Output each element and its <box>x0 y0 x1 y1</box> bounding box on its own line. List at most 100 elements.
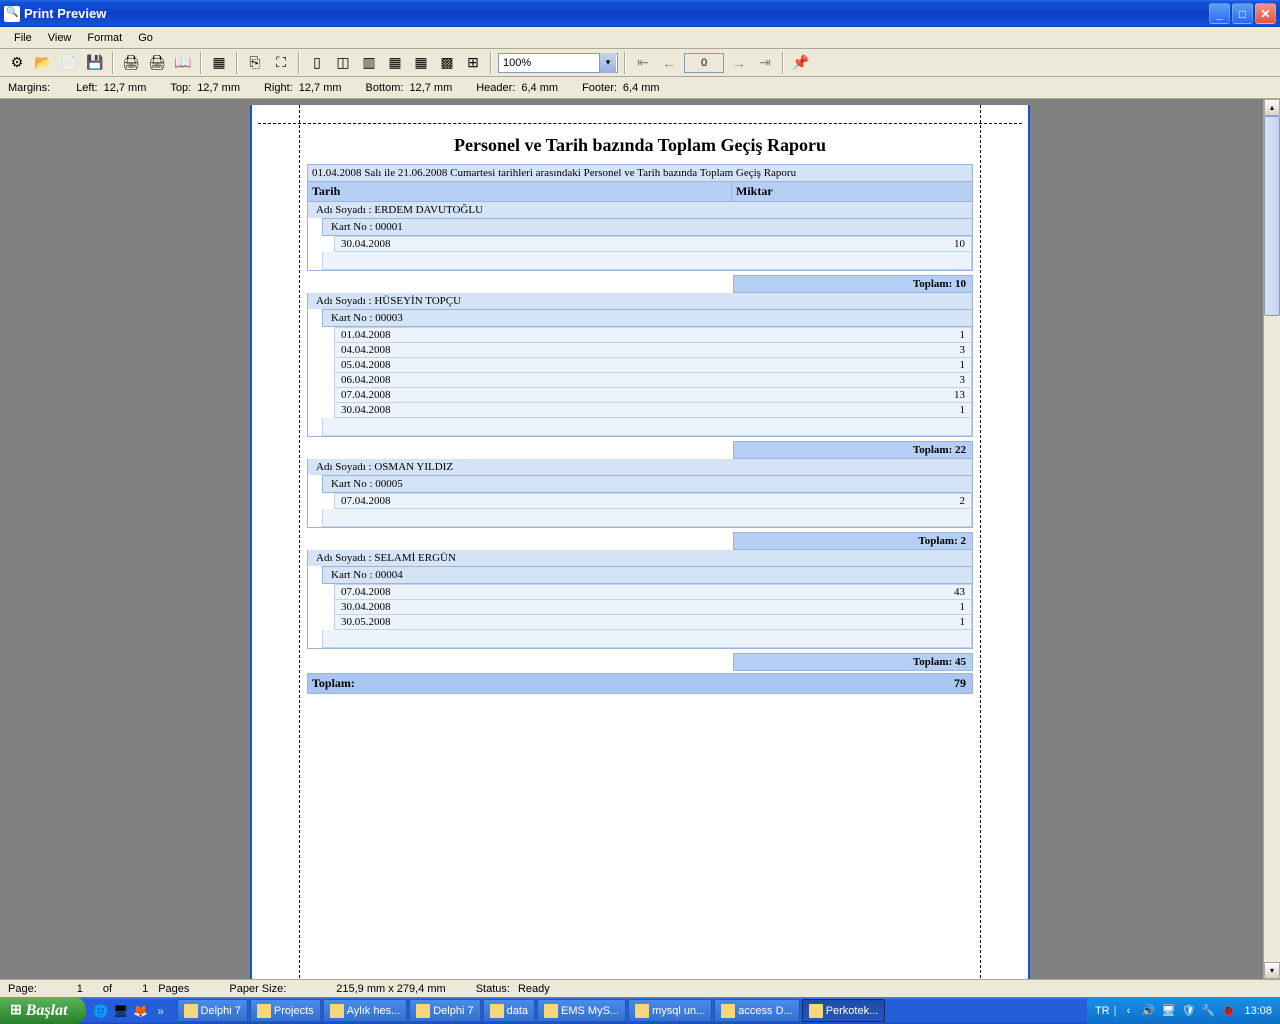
col-tarih: Tarih <box>308 182 732 201</box>
more-icon[interactable]: » <box>152 1002 170 1020</box>
blank-row <box>322 630 972 648</box>
minimize-button[interactable]: _ <box>1209 3 1230 24</box>
fit-icon[interactable]: ⛶ <box>270 52 292 74</box>
tray-icon[interactable]: 🔊 <box>1140 1003 1156 1019</box>
person-name: Adı Soyadı : SELAMİ ERGÜN <box>308 550 972 566</box>
taskbar-item[interactable]: EMS MyS... <box>537 999 626 1022</box>
row-value: 2 <box>921 494 971 508</box>
page-input[interactable] <box>684 53 724 73</box>
taskbar-item-label: access D... <box>738 1005 792 1017</box>
menu-view[interactable]: View <box>40 30 80 46</box>
view2-icon[interactable]: ◫ <box>332 52 354 74</box>
row-date: 30.04.2008 <box>335 600 921 614</box>
close-button[interactable]: ✕ <box>1255 3 1276 24</box>
save-icon[interactable]: 📄 <box>58 52 80 74</box>
status-status-label: Status: <box>476 983 510 995</box>
tray-icon[interactable]: 🖥 <box>1160 1003 1176 1019</box>
row-value: 1 <box>921 358 971 372</box>
row-value: 10 <box>921 237 971 251</box>
tray-icon[interactable]: 🛡 <box>1180 1003 1196 1019</box>
toolbar: ⚙ 📂 📄 💾 🖨 🖨 📖 ▦ ⎘ ⛶ ▯ ◫ ▥ ▦ ▦ ▩ ⊞ ⇤ ← → … <box>0 49 1280 77</box>
tray-icon[interactable]: ‹ <box>1120 1003 1136 1019</box>
page-setup-icon[interactable]: ▦ <box>208 52 230 74</box>
person-group: Adı Soyadı : SELAMİ ERGÜNKart No : 00004… <box>307 550 973 649</box>
start-button[interactable]: Başlat <box>0 997 86 1024</box>
header-value: 6,4 mm <box>521 82 558 94</box>
scroll-down-icon[interactable]: ▾ <box>1264 962 1280 979</box>
taskbar-item[interactable]: access D... <box>714 999 799 1022</box>
status-page-label: Page: <box>8 983 37 995</box>
menu-go[interactable]: Go <box>130 30 161 46</box>
blank-row <box>322 418 972 436</box>
menu-format[interactable]: Format <box>79 30 130 46</box>
zoom-input[interactable] <box>498 53 618 73</box>
status-paper-label: Paper Size: <box>229 983 286 995</box>
save-icon[interactable]: 💾 <box>84 52 106 74</box>
desktop-icon[interactable]: 🖥 <box>112 1002 130 1020</box>
row-date: 30.04.2008 <box>335 403 921 417</box>
lang-indicator[interactable]: TR <box>1095 1005 1110 1017</box>
last-page-icon[interactable]: ⇥ <box>754 52 776 74</box>
next-page-icon[interactable]: → <box>728 52 750 74</box>
data-row: 30.04.20081 <box>334 600 972 615</box>
taskbar-item-label: Perkotek... <box>826 1005 879 1017</box>
card-no: Kart No : 00003 <box>322 309 972 327</box>
subtotal-value: Toplam: 10 <box>733 275 973 293</box>
scroll-up-icon[interactable]: ▴ <box>1264 99 1280 116</box>
shrink-icon[interactable]: ⎘ <box>244 52 266 74</box>
row-value: 1 <box>921 600 971 614</box>
bottom-label: Bottom: <box>366 82 404 94</box>
open-icon[interactable]: 📂 <box>32 52 54 74</box>
design-icon[interactable]: ⚙ <box>6 52 28 74</box>
row-value: 1 <box>921 328 971 342</box>
subtotal-value: Toplam: 22 <box>733 441 973 459</box>
book-icon[interactable]: 📖 <box>172 52 194 74</box>
taskbar-item[interactable]: Perkotek... <box>802 999 886 1022</box>
row-date: 01.04.2008 <box>335 328 921 342</box>
app-icon <box>416 1004 430 1018</box>
data-row: 07.04.200843 <box>334 584 972 600</box>
status-bar: Page: 1 of 1 Pages Paper Size: 215,9 mm … <box>0 979 1280 997</box>
view5-icon[interactable]: ▦ <box>410 52 432 74</box>
scroll-thumb[interactable] <box>1264 116 1280 316</box>
zoom-combo[interactable] <box>498 53 618 73</box>
taskbar-item[interactable]: Delphi 7 <box>177 999 248 1022</box>
tray-icon[interactable]: 🔧 <box>1200 1003 1216 1019</box>
top-value: 12,7 mm <box>197 82 240 94</box>
row-date: 07.04.2008 <box>335 585 921 599</box>
firefox-icon[interactable]: 🦊 <box>132 1002 150 1020</box>
menu-file[interactable]: File <box>6 30 40 46</box>
view4-icon[interactable]: ▦ <box>384 52 406 74</box>
view7-icon[interactable]: ⊞ <box>462 52 484 74</box>
taskbar-item-label: mysql un... <box>652 1005 705 1017</box>
data-row: 07.04.20082 <box>334 493 972 509</box>
row-value: 1 <box>921 615 971 629</box>
first-page-icon[interactable]: ⇤ <box>632 52 654 74</box>
blank-row <box>322 509 972 527</box>
clock[interactable]: 13:08 <box>1244 1005 1272 1017</box>
grand-total-value: 79 <box>892 674 972 693</box>
taskbar-item[interactable]: Delphi 7 <box>409 999 480 1022</box>
margins-label: Margins: <box>8 82 50 94</box>
view6-icon[interactable]: ▩ <box>436 52 458 74</box>
data-row: 05.04.20081 <box>334 358 972 373</box>
print-icon[interactable]: 🖨 <box>120 52 142 74</box>
blank-row <box>322 252 972 270</box>
app-icon <box>544 1004 558 1018</box>
tray-icon[interactable]: 🐞 <box>1220 1003 1236 1019</box>
prev-page-icon[interactable]: ← <box>658 52 680 74</box>
subtotal-row: Toplam: 10 <box>307 275 973 293</box>
view3-icon[interactable]: ▥ <box>358 52 380 74</box>
maximize-button[interactable]: □ <box>1232 3 1253 24</box>
taskbar-item[interactable]: Aylık hes... <box>323 999 408 1022</box>
view1-icon[interactable]: ▯ <box>306 52 328 74</box>
ie-icon[interactable]: 🌐 <box>92 1002 110 1020</box>
print-dialog-icon[interactable]: 🖨 <box>146 52 168 74</box>
taskbar-item-label: Aylık hes... <box>347 1005 401 1017</box>
taskbar-item[interactable]: Projects <box>250 999 321 1022</box>
row-value: 43 <box>921 585 971 599</box>
taskbar-item[interactable]: data <box>483 999 535 1022</box>
vertical-scrollbar[interactable]: ▴ ▾ <box>1263 99 1280 979</box>
exit-icon[interactable]: 📌 <box>790 52 812 74</box>
taskbar-item[interactable]: mysql un... <box>628 999 712 1022</box>
